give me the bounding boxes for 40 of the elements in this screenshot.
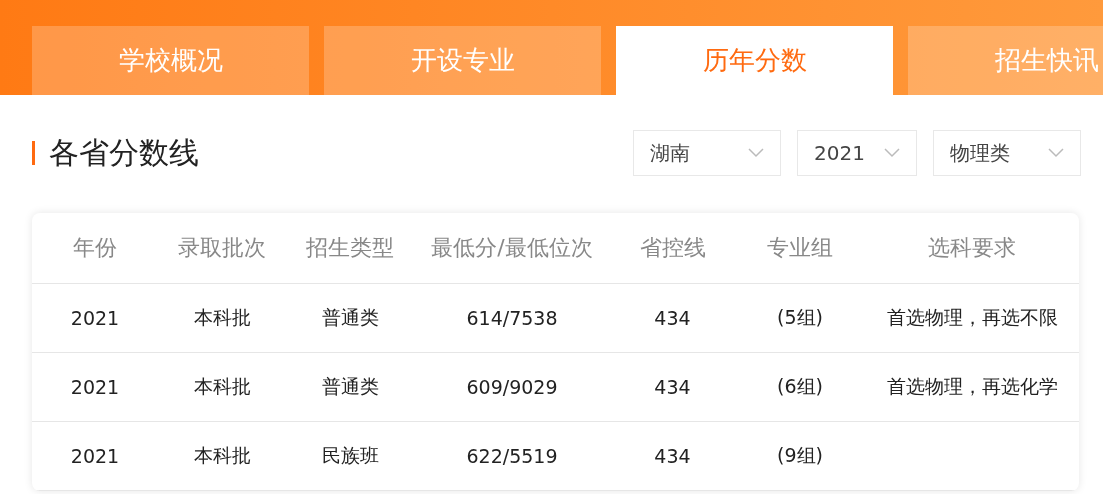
table-cell-text: 622/5519	[465, 445, 559, 467]
table-cell-text: 普通类	[320, 305, 380, 330]
filter-dropdown[interactable]: 湖南	[633, 130, 781, 176]
column-header: 省控线	[638, 234, 707, 262]
table-cell-text: 434	[653, 445, 692, 467]
table-cell-text: 614/7538	[465, 307, 559, 329]
table-cell-text: 434	[653, 376, 692, 398]
table-cell-text: (9组)	[776, 443, 824, 468]
column-header: 选科要求	[927, 234, 1017, 262]
column-header: 年份	[72, 234, 118, 262]
tab[interactable]: 历年分数	[616, 26, 893, 95]
table-cell-text: 民族班	[320, 443, 380, 468]
table-cell-text: 609/9029	[465, 376, 559, 398]
column-header: 录取批次	[177, 234, 267, 262]
dropdown-value: 2021	[814, 141, 865, 165]
table-cell-text: 本科批	[192, 374, 252, 399]
table-cell-text: 434	[653, 307, 692, 329]
chevron-down-icon	[1048, 148, 1064, 158]
table-cell-text: 本科批	[192, 305, 252, 330]
filter-dropdown[interactable]: 物理类	[933, 130, 1081, 176]
table-cell-text: 普通类	[320, 374, 380, 399]
dropdown-value: 湖南	[650, 139, 690, 167]
table-cell-text: 首选物理，再选不限	[885, 305, 1059, 330]
tab[interactable]: 学校概况	[32, 26, 309, 95]
chevron-down-icon	[748, 148, 764, 158]
table-cell-text: 本科批	[192, 443, 252, 468]
chevron-down-icon	[884, 148, 900, 158]
tab[interactable]: 招生快讯	[908, 26, 1103, 95]
column-header: 最低分/最低位次	[430, 234, 594, 262]
dropdown-value: 物理类	[950, 139, 1010, 167]
tab[interactable]: 开设专业	[324, 26, 601, 95]
column-header: 招生类型	[305, 234, 395, 262]
table-cell-text: 2021	[69, 376, 121, 398]
column-header: 专业组	[766, 234, 834, 262]
table-cell-text: (5组)	[776, 305, 824, 330]
table-cell-text: 首选物理，再选化学	[885, 374, 1059, 399]
table-cell-text: 2021	[69, 445, 121, 467]
filter-dropdown[interactable]: 2021	[797, 130, 917, 176]
table-cell-text: (6组)	[776, 374, 824, 399]
table-cell-text: 2021	[69, 307, 121, 329]
